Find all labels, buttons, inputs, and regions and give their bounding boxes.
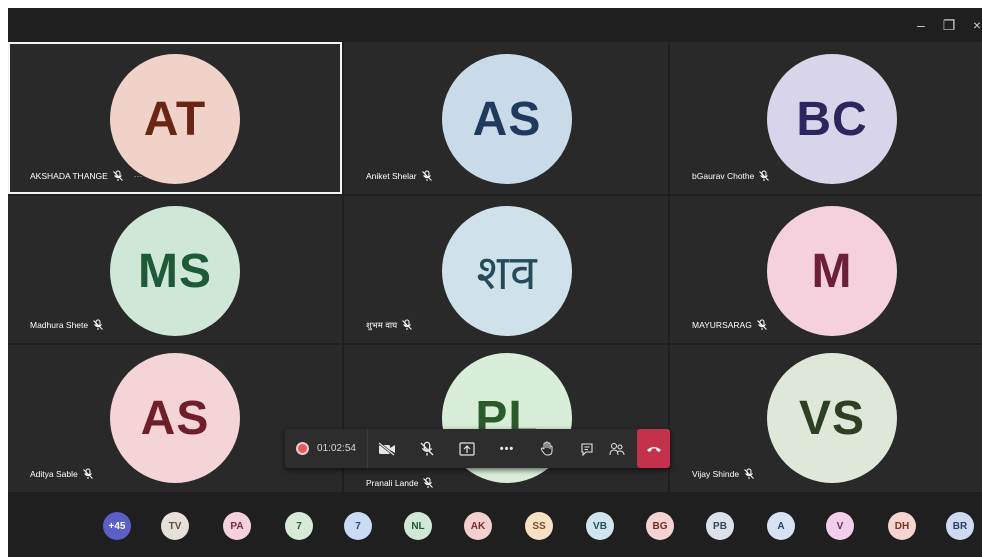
participant-tile[interactable]: BC bGaurav Chothe bbox=[670, 42, 982, 194]
participant-tile[interactable]: शव शुभम वाघ bbox=[344, 196, 668, 343]
participant-tile[interactable]: VS Vijay Shinde bbox=[670, 345, 982, 492]
raise-hand-button[interactable] bbox=[529, 429, 565, 468]
mic-off-icon bbox=[759, 170, 770, 181]
participant-chip[interactable]: BG bbox=[646, 512, 674, 540]
minimize-button[interactable]: – bbox=[910, 14, 932, 36]
teams-meeting-window: – ❐ × AT AKSHADA THANGE ··· AS Aniket Sh… bbox=[8, 8, 982, 557]
participant-tile[interactable]: M MAYURSARAG bbox=[670, 196, 982, 343]
participant-tile[interactable]: AS Aniket Shelar bbox=[344, 42, 668, 194]
recording-icon bbox=[296, 442, 310, 455]
restore-button[interactable]: ❐ bbox=[938, 14, 960, 36]
share-tray-icon bbox=[459, 441, 475, 456]
participant-chip[interactable]: DH bbox=[888, 512, 916, 540]
meeting-timer: 01:02:54 bbox=[317, 443, 356, 454]
participant-avatar: VS bbox=[767, 353, 897, 483]
mic-off-icon bbox=[744, 468, 754, 479]
more-actions-button[interactable]: ••• bbox=[489, 429, 525, 468]
leave-call-button[interactable] bbox=[637, 429, 670, 468]
mic-off-icon bbox=[420, 441, 434, 456]
participant-avatar: BC bbox=[767, 54, 897, 184]
participant-name: शुभम वाघ bbox=[366, 319, 398, 330]
participants-button[interactable] bbox=[599, 429, 635, 468]
mic-off-icon bbox=[82, 468, 93, 479]
participant-chip[interactable]: PA bbox=[223, 512, 251, 540]
participant-tile[interactable]: MS Madhura Shete bbox=[8, 196, 342, 343]
people-icon bbox=[609, 442, 625, 455]
overflow-participants-bar: +45 TV PA 7 7 NL AK SS VB BG PB A V DH B… bbox=[8, 492, 982, 557]
mute-toggle-button[interactable] bbox=[409, 429, 445, 468]
participant-name-row: Aniket Shelar bbox=[366, 170, 433, 182]
mic-off-icon bbox=[112, 170, 123, 181]
participant-name: Pranali Lande bbox=[366, 478, 419, 488]
participant-name-row: Madhura Shete bbox=[30, 319, 104, 331]
recording-indicator: 01:02:54 bbox=[285, 429, 368, 468]
participant-name: Aniket Shelar bbox=[366, 171, 417, 181]
participant-name-row: Pranali Lande bbox=[366, 477, 434, 489]
mic-off-icon bbox=[423, 477, 434, 488]
participant-name-row: Aditya Sable bbox=[30, 468, 94, 480]
participant-tile[interactable]: AT AKSHADA THANGE ··· bbox=[8, 42, 342, 194]
participant-name-row: Vijay Shinde bbox=[692, 468, 755, 480]
share-screen-button[interactable] bbox=[449, 429, 485, 468]
participant-name-row: MAYURSARAG bbox=[692, 319, 768, 331]
participant-avatar: M bbox=[767, 206, 897, 336]
meeting-controls-bar: 01:02:54 ••• bbox=[285, 429, 670, 468]
mic-off-icon bbox=[93, 319, 103, 330]
participant-name-row: bGaurav Chothe bbox=[692, 170, 770, 182]
camera-toggle-button[interactable] bbox=[369, 429, 405, 468]
video-grid: AT AKSHADA THANGE ··· AS Aniket Shelar B… bbox=[8, 42, 982, 492]
participant-chip[interactable]: A bbox=[767, 512, 795, 540]
participant-avatar: AS bbox=[110, 353, 240, 483]
mic-off-icon bbox=[402, 319, 413, 330]
participant-chip[interactable]: V bbox=[826, 512, 854, 540]
participant-tile[interactable]: PL Pranali Lande bbox=[344, 345, 668, 492]
hang-up-icon bbox=[646, 446, 661, 452]
participant-chip[interactable]: NL bbox=[404, 512, 432, 540]
participant-name-row: AKSHADA THANGE ··· bbox=[30, 170, 142, 182]
mic-off-icon bbox=[756, 319, 767, 330]
participant-chip[interactable]: AK bbox=[464, 512, 492, 540]
participant-name: AKSHADA THANGE bbox=[30, 171, 108, 181]
participant-chip[interactable]: 7 bbox=[285, 512, 313, 540]
participant-name: bGaurav Chothe bbox=[692, 171, 755, 181]
participant-chip[interactable]: 7 bbox=[344, 512, 372, 540]
participant-chip[interactable]: BR bbox=[946, 512, 974, 540]
participant-chip[interactable]: VB bbox=[586, 512, 614, 540]
title-bar: – ❐ × bbox=[8, 8, 982, 42]
more-options-icon[interactable]: ··· bbox=[134, 171, 143, 181]
camera-off-icon bbox=[378, 441, 395, 456]
overflow-count-chip[interactable]: +45 bbox=[103, 512, 131, 540]
chat-icon bbox=[581, 442, 593, 456]
participant-name: Madhura Shete bbox=[30, 320, 89, 330]
close-button[interactable]: × bbox=[966, 14, 982, 36]
participant-name: Vijay Shinde bbox=[692, 469, 740, 479]
participant-name: Aditya Sable bbox=[30, 469, 78, 479]
participant-avatar: MS bbox=[110, 206, 240, 336]
participant-chip[interactable]: PB bbox=[706, 512, 734, 540]
raise-hand-icon bbox=[540, 440, 553, 455]
participant-avatar: शव bbox=[442, 206, 572, 336]
participant-avatar: AS bbox=[442, 54, 572, 184]
participant-name: MAYURSARAG bbox=[692, 320, 752, 330]
participant-avatar: AT bbox=[110, 54, 240, 184]
participant-chip[interactable]: TV bbox=[161, 512, 189, 540]
participant-chip[interactable]: SS bbox=[525, 512, 553, 540]
participant-tile[interactable]: AS Aditya Sable bbox=[8, 345, 342, 492]
participant-name-row: शुभम वाघ bbox=[366, 319, 413, 331]
mic-off-icon bbox=[421, 170, 432, 181]
